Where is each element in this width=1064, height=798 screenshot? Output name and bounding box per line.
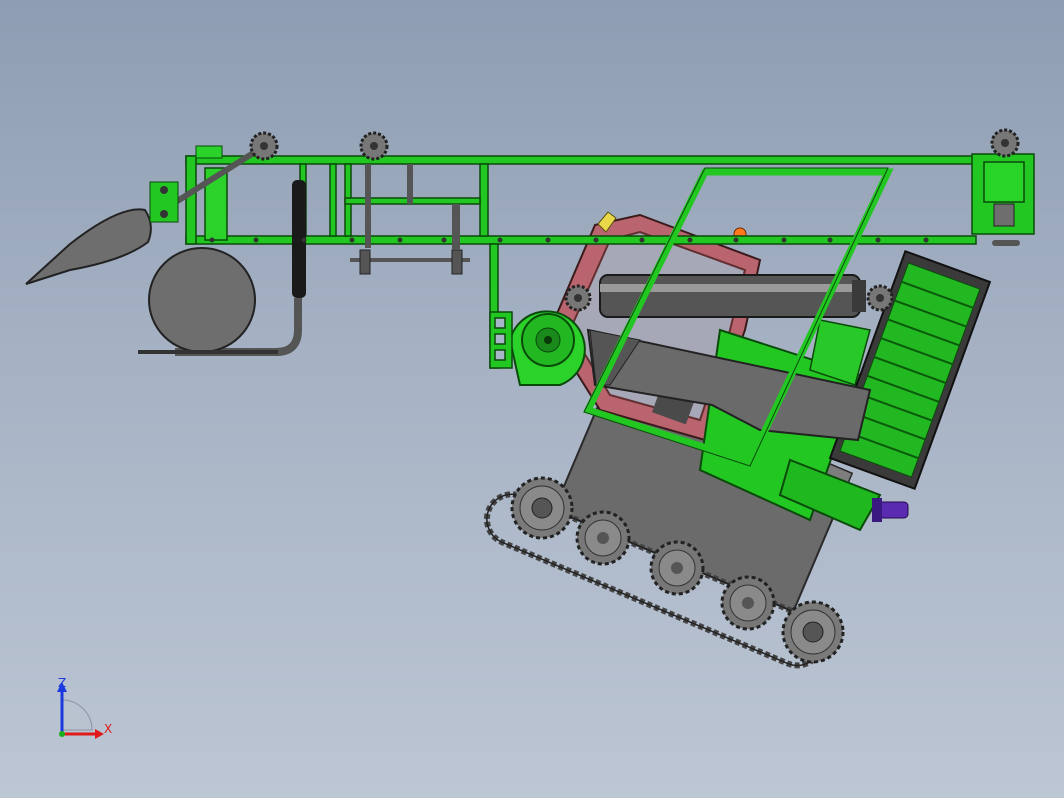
cad-model-view xyxy=(25,128,1035,669)
road-wheel-2 xyxy=(649,540,705,596)
sprocket-mid-1 xyxy=(564,284,592,312)
z-axis-label: Z xyxy=(58,676,67,690)
sprocket-wheel-front xyxy=(510,476,574,540)
road-wheel-1 xyxy=(575,510,631,566)
blower-fan xyxy=(508,310,586,386)
sprocket-top-3 xyxy=(990,128,1020,158)
idler-wheel-rear xyxy=(781,600,845,664)
x-axis-label: X xyxy=(104,722,113,736)
tank-drum xyxy=(138,247,278,354)
sprocket-top-1 xyxy=(249,131,279,161)
hydraulic-motor xyxy=(872,498,909,522)
sprocket-top-2 xyxy=(359,131,389,161)
orientation-triad: Z X xyxy=(40,670,130,750)
road-wheel-3 xyxy=(720,575,776,631)
lower-brackets xyxy=(350,164,470,275)
triad-graphic xyxy=(57,682,104,739)
sprocket-mid-2 xyxy=(866,284,894,312)
